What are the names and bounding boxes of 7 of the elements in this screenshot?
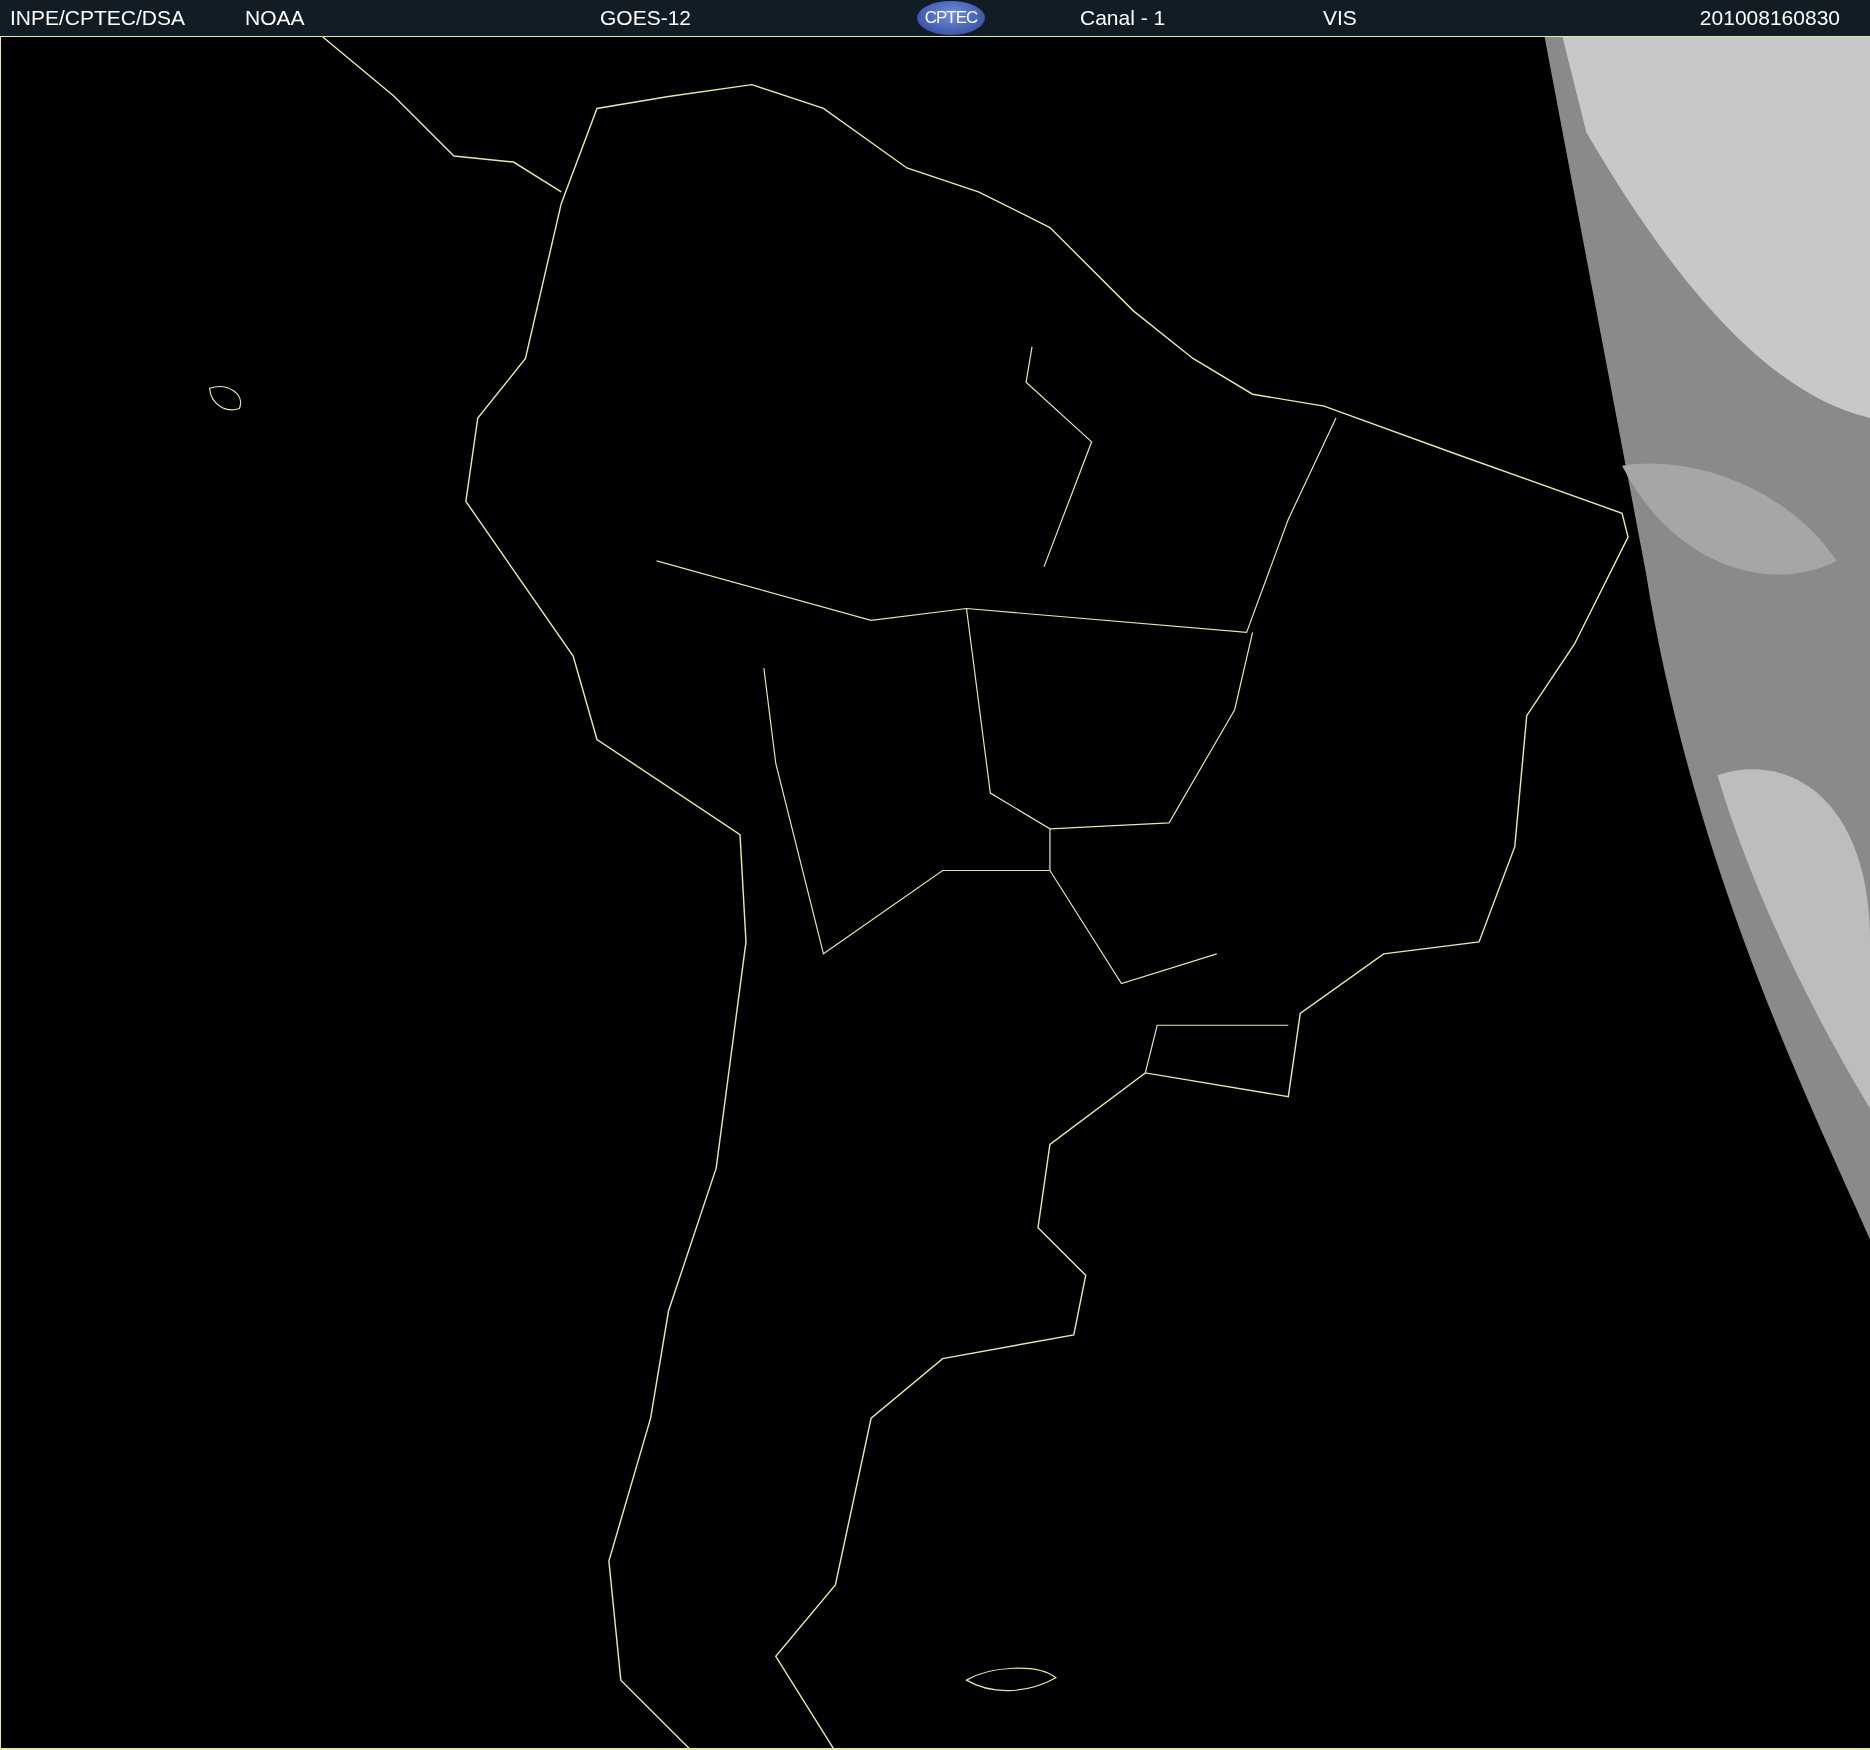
header-label: Canal - 1	[1080, 5, 1167, 32]
header-label: GOES-12	[600, 5, 693, 32]
header-label: NOAA	[245, 5, 306, 32]
timestamp-label: 201008160830	[1699, 6, 1840, 30]
source-label: INPE/CPTEC/DSA	[9, 5, 187, 32]
header-label: VIS	[1323, 5, 1358, 32]
logo: CPTEC	[917, 1, 985, 35]
